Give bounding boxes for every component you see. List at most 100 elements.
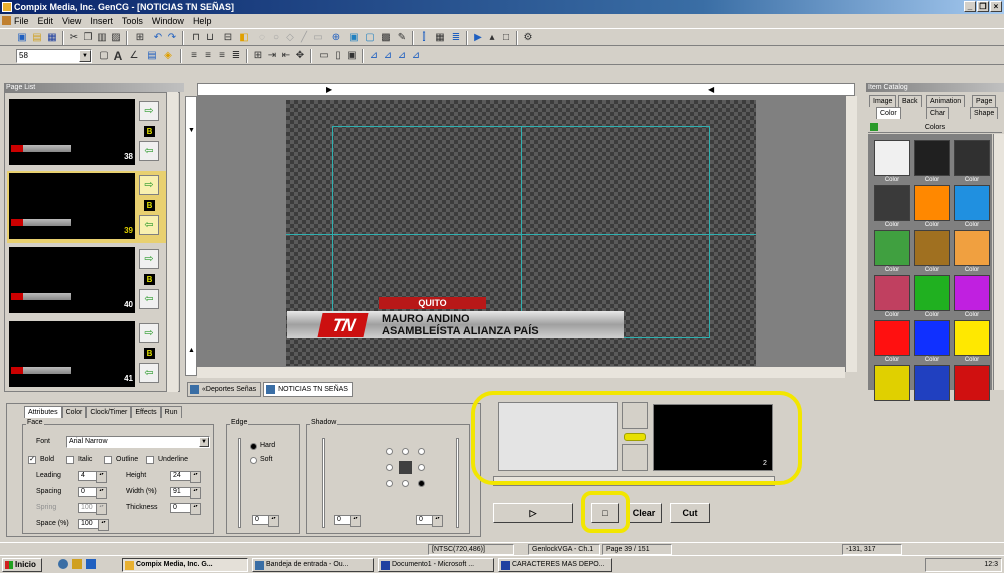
tab-back[interactable]: Back xyxy=(898,95,922,107)
rect-tool-icon[interactable]: ▭ xyxy=(312,32,324,44)
color-swatch[interactable] xyxy=(954,230,990,266)
edge-value-input[interactable]: 0 xyxy=(252,515,279,527)
menu-window[interactable]: Window xyxy=(152,16,184,26)
tab-char[interactable]: Char xyxy=(926,107,950,119)
tab-color[interactable]: Color xyxy=(61,406,87,418)
polygon-tool-icon[interactable]: ◇ xyxy=(284,32,296,44)
shadow-dir-se[interactable] xyxy=(418,480,425,487)
color-swatch[interactable] xyxy=(914,230,950,266)
shadow-dir-e[interactable] xyxy=(418,464,425,471)
tab-page[interactable]: Page xyxy=(972,95,997,107)
tool-b-icon[interactable]: ⊿ xyxy=(382,50,394,62)
preview-icon[interactable]: ⊞ xyxy=(134,32,146,44)
menu-insert[interactable]: Insert xyxy=(90,16,113,26)
triangle-icon[interactable]: ▴ xyxy=(486,32,498,44)
shadow-slider-2[interactable] xyxy=(456,438,459,528)
order-icon[interactable]: ≣ xyxy=(450,32,462,44)
font-select[interactable]: Arial Narrow ▼ xyxy=(66,436,210,448)
ruler-marker-icon[interactable]: ▶ xyxy=(326,85,332,94)
frame-box-icon[interactable]: ▣ xyxy=(346,50,358,62)
color-swatch[interactable] xyxy=(874,140,910,176)
pen-icon[interactable]: ∠ xyxy=(128,50,140,62)
grid-icon[interactable]: ⊟ xyxy=(222,32,234,44)
page-thumbnail[interactable]: 39 xyxy=(9,173,135,239)
move-icon[interactable]: ✥ xyxy=(294,50,306,62)
minimize-button[interactable]: _ xyxy=(964,1,976,12)
indent-icon[interactable]: ⇥ xyxy=(266,50,278,62)
clock[interactable]: 12:3 xyxy=(984,561,998,568)
ruler-marker-icon[interactable]: ▲ xyxy=(188,347,195,354)
shadow-dir-sw[interactable] xyxy=(386,480,393,487)
ruler-marker-icon[interactable]: ◀ xyxy=(708,85,714,94)
align-left-icon[interactable]: ≡ xyxy=(188,50,200,62)
clear-button[interactable]: Clear xyxy=(626,503,662,523)
redo-icon[interactable]: ↷ xyxy=(166,32,178,44)
menu-view[interactable]: View xyxy=(62,16,81,26)
page-item-39[interactable]: 39 ⇨ B ⇦ xyxy=(7,171,167,243)
page-in-icon[interactable]: ⇨ xyxy=(139,323,159,343)
color-swatch[interactable] xyxy=(914,320,950,356)
tab-noticias-tn-senas[interactable]: NOTICIAS TN SEÑAS xyxy=(263,382,353,397)
lock-icon[interactable]: ⊓ xyxy=(190,32,202,44)
align-right-icon[interactable]: ≡ xyxy=(216,50,228,62)
save-icon[interactable]: ▦ xyxy=(46,32,58,44)
tab-run[interactable]: Run xyxy=(160,406,182,418)
color-swatch[interactable] xyxy=(914,140,950,176)
new-icon[interactable]: ▣ xyxy=(16,32,28,44)
zoom-icon[interactable]: ⊕ xyxy=(330,32,342,44)
task-compix[interactable]: Compix Media, Inc. G... xyxy=(122,558,248,572)
page-item-40[interactable]: 40 ⇨ B ⇦ xyxy=(7,245,167,317)
justify-icon[interactable]: ≣ xyxy=(230,50,242,62)
tab-effects[interactable]: Effects xyxy=(131,406,161,418)
location-tag[interactable]: QUITO xyxy=(379,297,486,309)
task-outlook[interactable]: Bandeja de entrada - Ou... xyxy=(252,558,374,572)
color-swatch[interactable] xyxy=(954,185,990,221)
menu-help[interactable]: Help xyxy=(193,16,212,26)
color-swatch[interactable] xyxy=(954,365,990,401)
tool-c-icon[interactable]: ⊿ xyxy=(396,50,408,62)
ellipse-tool-icon[interactable]: ○ xyxy=(270,32,282,44)
underline-checkbox[interactable] xyxy=(146,456,154,464)
catalog-scrollbar[interactable] xyxy=(993,134,1004,390)
width-input[interactable]: 91 xyxy=(170,487,201,499)
undo-icon[interactable]: ↶ xyxy=(152,32,164,44)
table-icon[interactable]: ⊞ xyxy=(252,50,264,62)
align-center-icon[interactable]: ≡ xyxy=(202,50,214,62)
close-button[interactable]: × xyxy=(990,1,1002,12)
shadow-dir-ne[interactable] xyxy=(418,448,425,455)
bold-checkbox[interactable]: ✓ xyxy=(28,456,36,464)
shadow-slider-1[interactable] xyxy=(322,438,325,528)
color-swatch[interactable] xyxy=(874,185,910,221)
open-icon[interactable]: ▤ xyxy=(31,32,43,44)
mail-icon[interactable] xyxy=(86,559,96,569)
page-out-icon[interactable]: ⇦ xyxy=(139,289,159,309)
menu-tools[interactable]: Tools xyxy=(122,16,143,26)
tn-logo[interactable]: TN xyxy=(317,313,369,337)
image-icon[interactable]: ▩ xyxy=(380,32,392,44)
chevron-down-icon[interactable]: ▼ xyxy=(199,437,209,447)
color-swatch[interactable] xyxy=(874,275,910,311)
color-swatch[interactable] xyxy=(874,365,910,401)
outline-checkbox[interactable] xyxy=(104,456,112,464)
window-title-bar[interactable]: Compix Media, Inc. GenCG - [NOTICIAS TN … xyxy=(0,0,1004,14)
page-thumbnail[interactable]: 40 xyxy=(9,247,135,313)
menu-file[interactable]: File xyxy=(14,16,29,26)
cut-icon[interactable]: ✂ xyxy=(68,32,80,44)
play-icon[interactable]: ▶ xyxy=(472,32,484,44)
folder-icon[interactable] xyxy=(72,559,82,569)
cut-button[interactable]: Cut xyxy=(670,503,710,523)
page-in-icon[interactable]: ⇨ xyxy=(139,101,159,121)
hard-radio[interactable] xyxy=(250,443,257,450)
start-button[interactable]: Inicio xyxy=(2,558,42,572)
shadow-dir-nw[interactable] xyxy=(386,448,393,455)
page-list-scrollbar[interactable] xyxy=(166,92,178,392)
thickness-input[interactable]: 0 xyxy=(170,503,201,515)
task-word[interactable]: Documento1 - Microsoft ... xyxy=(378,558,494,572)
line-tool-icon[interactable]: ╱ xyxy=(298,32,310,44)
canvas-vertical-scrollbar[interactable] xyxy=(845,96,857,372)
color-swatch[interactable] xyxy=(954,320,990,356)
restore-button[interactable]: ❐ xyxy=(977,1,989,12)
ruler-marker-icon[interactable]: ▼ xyxy=(188,127,195,134)
print-icon[interactable]: ▨ xyxy=(110,32,122,44)
height-input[interactable]: 24 xyxy=(170,471,201,483)
